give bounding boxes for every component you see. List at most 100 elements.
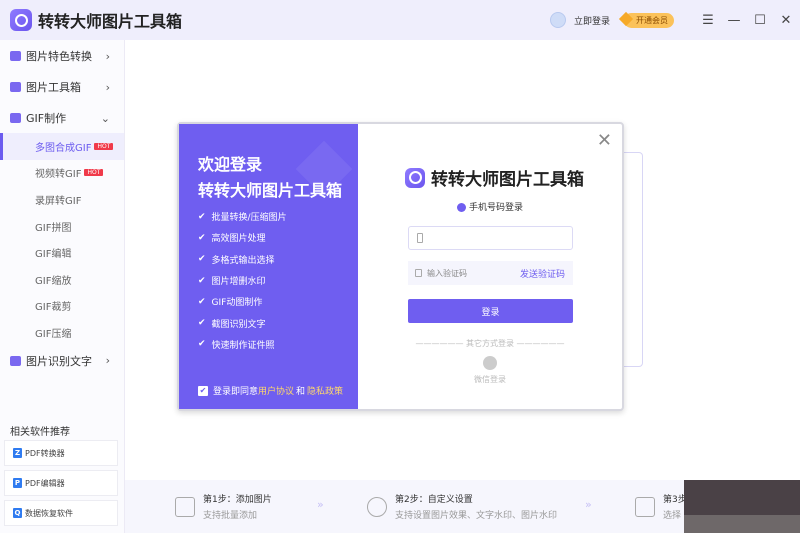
related-label: 数据恢复软件 xyxy=(25,508,73,518)
login-form-panel: ✕ 转转大师图片工具箱 手机号码登录 输入验证码 发送验证码 登录 —————— … xyxy=(358,124,622,409)
sidebar-item-gif-resize[interactable]: GIF缩放 xyxy=(0,266,124,293)
feature-label: 图片增删水印 xyxy=(211,277,266,288)
sidebar-section-toolbox[interactable]: 图片工具箱 › xyxy=(0,72,124,102)
title-bar: 转转大师图片工具箱 立即登录 开通会员 ☰ — ☐ ✕ xyxy=(0,0,800,40)
step-2: 第2步：自定义设置支持设置图片效果、文字水印、图片水印 xyxy=(367,492,557,521)
send-code-button[interactable]: 发送验证码 xyxy=(520,267,565,280)
agree-text: 登录即同意 xyxy=(213,387,259,397)
wechat-icon[interactable] xyxy=(483,356,497,370)
login-method: 手机号码登录 xyxy=(358,200,622,213)
convert-icon xyxy=(635,496,655,517)
phone-input[interactable] xyxy=(408,226,573,250)
sidebar-item-gif-edit[interactable]: GIF编辑 xyxy=(0,239,124,266)
maximize-icon[interactable]: ☐ xyxy=(748,13,772,28)
sidebar-section-ocr[interactable]: 图片识别文字 › xyxy=(0,346,124,376)
feature-item: ✔ 快速制作证件照 xyxy=(198,334,358,355)
login-link[interactable]: 立即登录 xyxy=(574,14,610,27)
pdf-converter-icon: Z xyxy=(13,448,22,458)
item-label: 多图合成GIF xyxy=(35,142,92,154)
section-label: 图片特色转换 xyxy=(26,50,92,63)
overlay-thumbnail xyxy=(684,480,800,533)
related-pdf-converter[interactable]: Z PDF转换器 xyxy=(4,440,118,466)
check-icon: ✔ xyxy=(198,275,206,286)
agreement: ✔ 登录即同意 用户协议 和 隐私政策 xyxy=(198,384,343,397)
feature-label: 高效图片处理 xyxy=(211,234,266,245)
text-icon xyxy=(10,355,21,366)
hot-badge: HOT xyxy=(94,142,114,150)
sidebar-section-gif[interactable]: GIF制作 ⌄ xyxy=(0,103,124,133)
step-title: 第2步：自定义设置 xyxy=(395,495,473,505)
feature-label: 快速制作证件照 xyxy=(211,340,275,351)
dialog-title: 转转大师图片工具箱 xyxy=(431,170,584,190)
sidebar-item-gif-compress[interactable]: GIF压缩 xyxy=(0,319,124,346)
close-icon[interactable]: ✕ xyxy=(597,130,612,151)
hot-badge: HOT xyxy=(84,169,104,177)
close-window-icon[interactable]: ✕ xyxy=(774,13,798,28)
login-dialog: 欢迎登录 转转大师图片工具箱 ✔ 批量转换/压缩图片 ✔ 高效图片处理 ✔ 多格式输出… xyxy=(177,122,624,411)
privacy-policy-link[interactable]: 隐私政策 xyxy=(307,384,343,397)
double-chevron-icon: » xyxy=(585,498,592,511)
sidebar-item-gif-crop[interactable]: GIF裁剪 xyxy=(0,293,124,320)
code-placeholder: 输入验证码 xyxy=(427,268,467,278)
feature-label: 批量转换/压缩图片 xyxy=(211,213,287,224)
related-label: PDF转换器 xyxy=(25,448,65,458)
app-title: 转转大师图片工具箱 xyxy=(38,12,183,31)
agree-checkbox[interactable]: ✔ xyxy=(198,385,208,396)
method-label: 手机号码登录 xyxy=(468,203,523,213)
code-input[interactable]: 输入验证码 发送验证码 xyxy=(408,261,573,285)
phone-icon xyxy=(417,233,423,243)
lock-icon xyxy=(415,269,422,277)
app-logo-icon xyxy=(405,167,425,188)
avatar[interactable] xyxy=(549,12,566,28)
check-icon: ✔ xyxy=(198,211,206,222)
vip-button[interactable]: 开通会员 xyxy=(624,12,674,28)
related-title: 相关软件推荐 xyxy=(10,427,70,438)
item-label: 视频转GIF xyxy=(35,169,82,181)
check-icon: ✔ xyxy=(198,296,206,307)
dialog-brand: 转转大师图片工具箱 xyxy=(405,165,584,190)
toolbox-icon xyxy=(10,82,21,92)
step-3: 第3步 选择 xyxy=(635,492,687,521)
chevron-down-icon: ⌄ xyxy=(100,111,110,125)
wechat-login-label[interactable]: 微信登录 xyxy=(358,374,622,385)
double-chevron-icon: » xyxy=(317,498,324,511)
chevron-right-icon: › xyxy=(105,49,110,63)
feature-label: 截图识别文字 xyxy=(211,319,266,330)
pdf-editor-icon: P xyxy=(13,478,22,488)
step-desc: 支持设置图片效果、文字水印、图片水印 xyxy=(395,511,558,521)
feature-item: ✔ 高效图片处理 xyxy=(198,227,358,248)
data-recovery-icon: Q xyxy=(13,508,22,518)
related-data-recovery[interactable]: Q 数据恢复软件 xyxy=(4,500,118,526)
agree-and: 和 xyxy=(296,387,306,397)
related-pdf-editor[interactable]: P PDF编辑器 xyxy=(4,470,118,496)
other-login-divider: —————— 其它方式登录 —————— xyxy=(415,339,565,348)
chevron-right-icon: › xyxy=(105,354,110,368)
check-icon: ✔ xyxy=(198,232,206,243)
app-logo-icon xyxy=(10,9,32,31)
feature-item: ✔ 截图识别文字 xyxy=(198,312,358,333)
step-1: 第1步：添加图片 支持批量添加 xyxy=(175,492,272,521)
sidebar-section-convert[interactable]: 图片特色转换 › xyxy=(0,41,124,71)
related-label: PDF编辑器 xyxy=(25,478,65,488)
login-button[interactable]: 登录 xyxy=(408,299,573,323)
settings-icon xyxy=(367,496,387,517)
feature-item: ✔ 多格式输出选择 xyxy=(198,249,358,270)
chevron-right-icon: › xyxy=(105,80,110,94)
image-convert-icon xyxy=(10,51,21,61)
image-icon xyxy=(175,496,195,517)
feature-label: 多格式输出选择 xyxy=(211,255,275,266)
step-desc: 支持批量添加 xyxy=(203,511,258,521)
sidebar-item-multi-gif[interactable]: 多图合成GIF HOT xyxy=(0,133,124,160)
user-agreement-link[interactable]: 用户协议 xyxy=(258,384,294,397)
sidebar-item-video-gif[interactable]: 视频转GIF HOT xyxy=(0,160,124,187)
step-title: 第1步：添加图片 xyxy=(203,495,272,505)
feature-item: ✔ 批量转换/压缩图片 xyxy=(198,206,358,227)
feature-label: GIF动图制作 xyxy=(211,298,263,309)
sidebar-item-gif-collage[interactable]: GIF拼图 xyxy=(0,213,124,240)
minimize-icon[interactable]: — xyxy=(722,13,746,28)
check-icon: ✔ xyxy=(198,339,206,350)
menu-icon[interactable]: ☰ xyxy=(696,13,720,28)
sidebar-item-record-gif[interactable]: 录屏转GIF xyxy=(0,186,124,213)
feature-item: ✔ 图片增删水印 xyxy=(198,270,358,291)
check-icon: ✔ xyxy=(198,254,206,265)
